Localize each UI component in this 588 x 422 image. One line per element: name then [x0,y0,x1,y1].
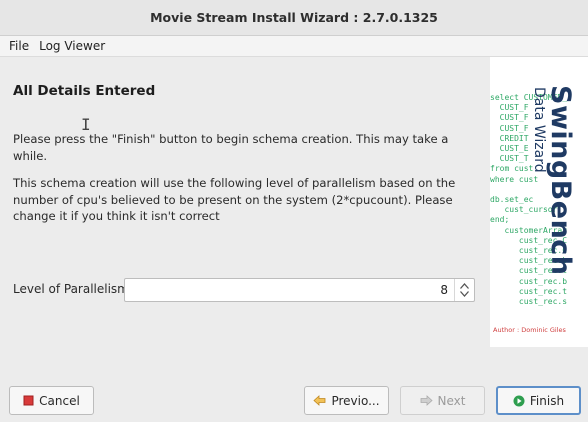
finish-label: Finish [529,393,565,408]
author-credit: Author : Dominic Giles [493,326,566,334]
brand-title: SwingBench [545,85,576,276]
play-circle-icon [513,395,525,406]
title-bar: Movie Stream Install Wizard : 2.7.0.1325 [0,0,588,36]
arrow-left-icon [313,395,326,406]
next-label: Next [437,393,466,408]
spinner-arrows[interactable] [454,279,474,301]
page-heading: All Details Entered [13,83,156,99]
wizard-content: All Details Entered Please press the "Fi… [0,57,490,373]
swingbench-banner: select CUSTOMER_ CUST_F CUST_F CUST_F CR… [490,57,588,347]
previous-label: Previo... [331,393,380,408]
cancel-button[interactable]: Cancel [9,386,94,415]
parallelism-label: Level of Parallelism [13,282,129,296]
parallelism-spinner[interactable]: 8 [124,278,475,302]
menu-log-viewer[interactable]: Log Viewer [34,39,110,53]
parallelism-note: This schema creation will use the follow… [13,176,456,223]
parallelism-value[interactable]: 8 [440,283,448,297]
menu-file[interactable]: File [4,39,34,53]
cancel-label: Cancel [39,393,80,408]
window-title: Movie Stream Install Wizard : 2.7.0.1325 [150,10,438,25]
spinner-up-icon[interactable] [460,283,469,289]
instruction-text: Please press the "Finish" button to begi… [13,132,449,163]
arrow-right-icon [420,395,433,406]
finish-button[interactable]: Finish [496,386,581,415]
spinner-down-icon[interactable] [460,291,469,297]
next-button[interactable]: Next [400,386,485,415]
previous-button[interactable]: Previo... [304,386,389,415]
menu-bar: File Log Viewer [0,36,588,57]
cancel-icon [23,395,34,406]
brand-logo: SwingBench Data Wizard [531,85,576,276]
text-cursor-icon: I [81,115,91,134]
